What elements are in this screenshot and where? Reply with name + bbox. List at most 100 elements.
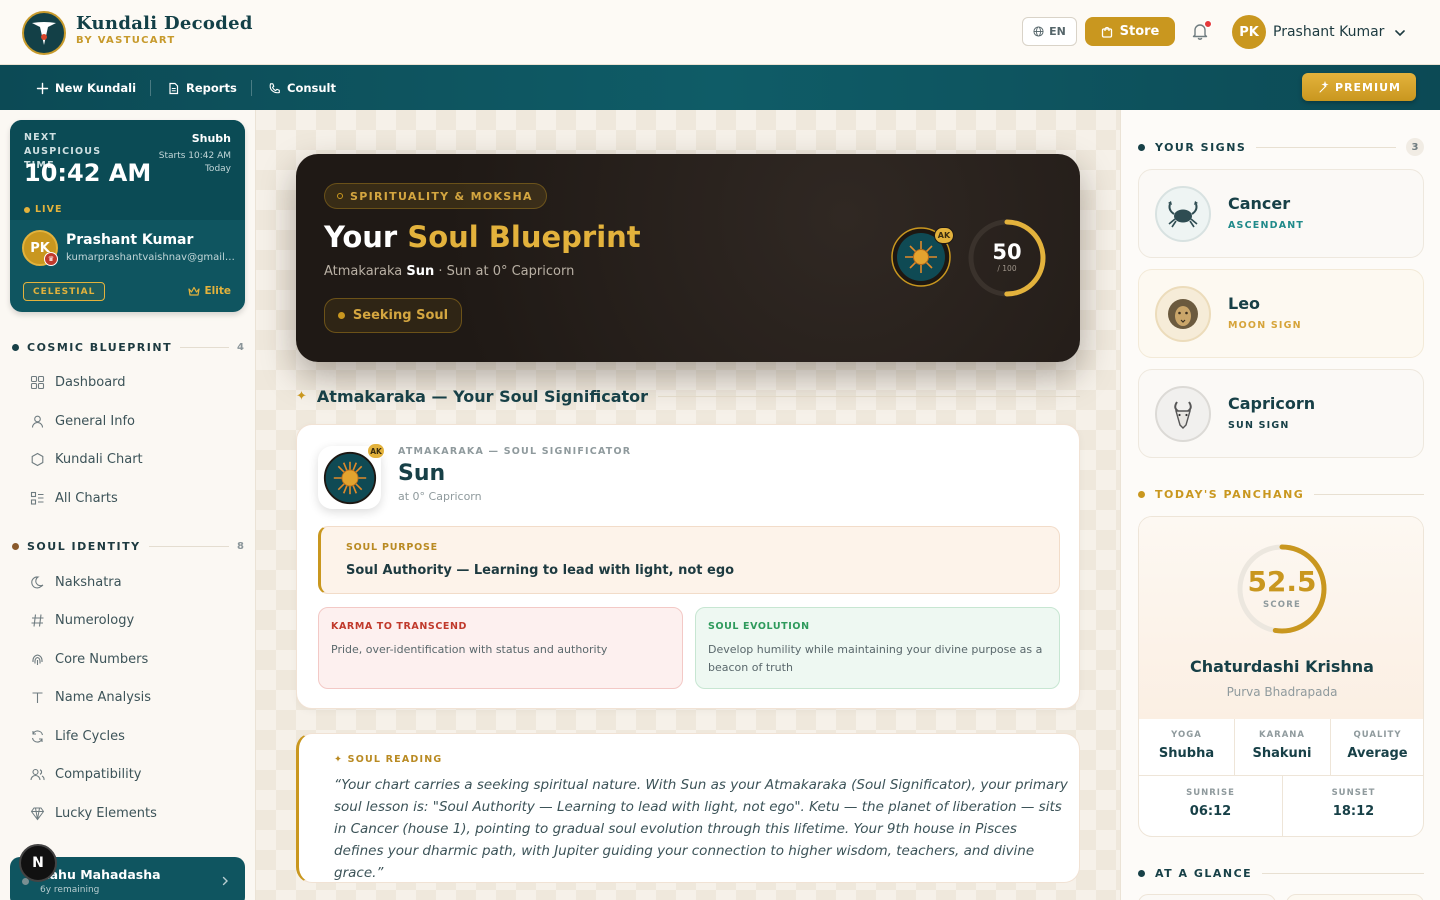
hero-subtitle: Atmakaraka Sun · Sun at 0° Capricorn (324, 264, 574, 279)
section-title: SOUL IDENTITY (27, 539, 141, 553)
soul-purpose-box: SOUL PURPOSE Soul Authority — Learning t… (318, 526, 1060, 594)
sidebar-item-life-cycles[interactable]: Life Cycles (30, 726, 125, 746)
soul-purpose-text: Soul Authority — Learning to lead with l… (346, 563, 735, 578)
sidebar-item-general-info[interactable]: General Info (30, 411, 135, 431)
yoga-label: YOGA (1171, 730, 1202, 740)
brand-logo[interactable] (22, 11, 66, 55)
panchang-title: TODAY'S PANCHANG (1155, 487, 1305, 501)
sidebar-item-label: General Info (55, 413, 135, 429)
glance-card[interactable] (1138, 894, 1276, 900)
sign-card-moon[interactable]: Leo MOON SIGN (1138, 269, 1424, 358)
premium-button[interactable]: PREMIUM (1302, 73, 1416, 101)
elite-badge[interactable]: Elite (188, 285, 231, 297)
section-dot (1138, 869, 1145, 877)
crown-icon (188, 286, 201, 296)
hero-sub-planet: Sun (406, 264, 435, 279)
section-line (1314, 493, 1424, 495)
chevron-down-icon[interactable] (1393, 26, 1407, 40)
section-count: 4 (237, 341, 244, 353)
language-button[interactable]: EN (1022, 17, 1077, 46)
main-content: SPIRITUALITY & MOKSHA Your Soul Blueprin… (256, 110, 1120, 900)
live-label: LIVE (35, 204, 63, 215)
dev-tools-button[interactable]: N (19, 844, 57, 882)
sidebar-item-numerology[interactable]: Numerology (30, 610, 134, 630)
muhurta-name: Shubh (191, 132, 231, 145)
sidebar-item-label: Numerology (55, 612, 135, 628)
soul-evolution-text: Develop humility while maintaining your … (708, 643, 1043, 674)
section-dot (12, 343, 19, 351)
users-icon (30, 768, 45, 780)
sidebar-item-label: Kundali Chart (55, 451, 143, 467)
top-header: Kundali Decoded BY VASTUCART EN Store PK… (0, 0, 1440, 65)
left-sidebar: NEXT AUSPICIOUS TIME Shubh Starts 10:42 … (0, 110, 256, 900)
section-dot (1138, 490, 1145, 498)
panchang-card: 52.5 SCORE Chaturdashi Krishna Purva Bha… (1138, 516, 1424, 837)
goat-icon (1155, 386, 1211, 442)
nav-new-kundali[interactable]: New Kundali (36, 79, 136, 97)
atmakaraka-card: AK ATMAKARAKA — SOUL SIGNIFICATOR Sun at… (296, 424, 1080, 709)
sidebar-item-label: Life Cycles (55, 728, 125, 744)
store-label: Store (1119, 24, 1160, 39)
sidebar-item-name-analysis[interactable]: Name Analysis (30, 687, 151, 707)
your-signs-count: 3 (1406, 138, 1424, 156)
sidebar-item-label: Nakshatra (55, 574, 122, 590)
sign-role: ASCENDANT (1228, 220, 1305, 231)
notification-dot (1204, 20, 1212, 28)
soul-score-max: / 100 (997, 264, 1017, 273)
glance-card[interactable] (1286, 894, 1424, 900)
sign-card-sun[interactable]: Capricorn SUN SIGN (1138, 369, 1424, 458)
hash-icon (31, 613, 44, 627)
section-title: COSMIC BLUEPRINT (27, 340, 173, 354)
sidebar-item-kundali-chart[interactable]: Kundali Chart (30, 449, 143, 469)
profile-badge-icon: ♛ (44, 252, 58, 266)
right-sidebar: YOUR SIGNS 3 Cancer ASCENDANT Leo MOON S… (1120, 110, 1440, 900)
section-dot (1138, 143, 1145, 151)
live-indicator: LIVE (24, 204, 62, 215)
nav-reports[interactable]: Reports (167, 79, 237, 97)
lion-glyph (1168, 299, 1198, 329)
sidebar-item-lucky-elements[interactable]: Lucky Elements (30, 803, 157, 823)
document-icon (169, 82, 179, 94)
panchang-karana: KARANA Shakuni (1234, 730, 1330, 761)
mahadasha-title: Rahu Mahadasha (40, 867, 161, 882)
soul-purpose-label: SOUL PURPOSE (346, 542, 438, 553)
user-avatar[interactable]: PK (1232, 15, 1266, 49)
user-name[interactable]: Prashant Kumar (1273, 24, 1384, 40)
sunset-value: 18:12 (1332, 804, 1375, 819)
section-line (180, 346, 230, 348)
section-line (148, 545, 230, 547)
soul-blueprint-hero: SPIRITUALITY & MOKSHA Your Soul Blueprin… (296, 154, 1080, 362)
sidebar-item-all-charts[interactable]: All Charts (30, 488, 118, 508)
sidebar-item-compatibility[interactable]: Compatibility (30, 764, 142, 784)
category-pill: SPIRITUALITY & MOKSHA (324, 183, 547, 209)
mahadasha-remaining: 6y remaining (40, 885, 100, 895)
section-line (658, 395, 1080, 397)
hero-sub-prefix: Atmakaraka (324, 264, 407, 279)
sign-card-ascendant[interactable]: Cancer ASCENDANT (1138, 169, 1424, 258)
panchang-score-value: 52.5 (1247, 565, 1317, 598)
store-bag-icon (1101, 26, 1112, 38)
sign-role: MOON SIGN (1228, 320, 1302, 331)
panchang-heading: TODAY'S PANCHANG (1138, 487, 1424, 501)
nav-separator (150, 80, 151, 96)
chevron-right-icon (222, 876, 228, 886)
main-navbar: New Kundali Reports Consult (0, 65, 1440, 110)
type-icon (32, 691, 43, 703)
sidebar-item-dashboard[interactable]: Dashboard (30, 372, 126, 392)
nav-consult[interactable]: Consult (268, 79, 336, 97)
soul-reading-card: ✦ SOUL READING “Your chart carries a see… (296, 733, 1080, 883)
store-button[interactable]: Store (1085, 17, 1175, 46)
sidebar-item-label: Core Numbers (55, 651, 149, 667)
sparkle-icon (1319, 81, 1329, 93)
category-pill-label: SPIRITUALITY & MOKSHA (350, 189, 533, 203)
nav-separator (251, 80, 252, 96)
section-soul-identity: SOUL IDENTITY 8 (12, 539, 244, 553)
karma-text: Pride, over-identification with status a… (331, 643, 608, 656)
at-a-glance-heading: AT A GLANCE (1138, 866, 1424, 880)
atmakaraka-planet: Sun (398, 461, 446, 486)
sign-name: Cancer (1228, 194, 1291, 213)
sidebar-item-nakshatra[interactable]: Nakshatra (30, 572, 122, 592)
sidebar-item-core-numbers[interactable]: Core Numbers (30, 649, 148, 669)
sunrise-label: SUNRISE (1186, 788, 1235, 798)
crab-icon (1155, 186, 1211, 242)
